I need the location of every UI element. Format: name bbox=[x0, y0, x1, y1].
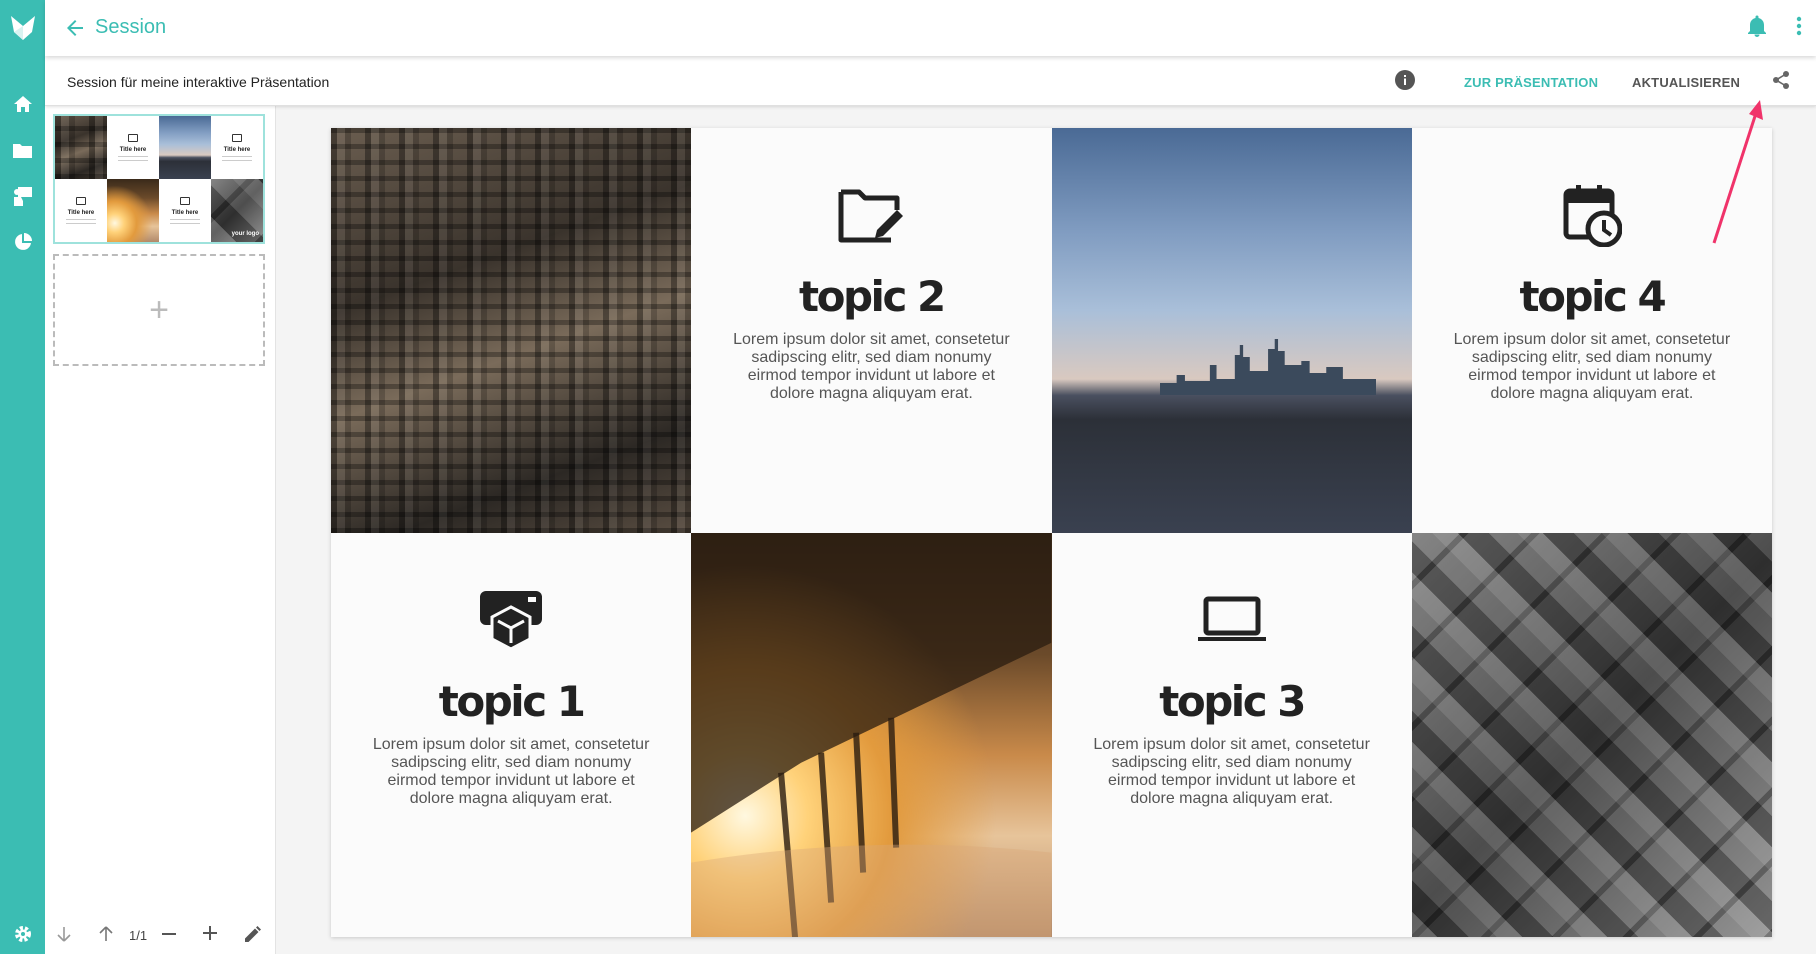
add-slide-button[interactable]: + bbox=[53, 254, 265, 366]
topic-description: Lorem ipsum dolor sit amet, consetetur s… bbox=[1453, 331, 1731, 402]
thumb-text-line bbox=[222, 156, 252, 157]
pier-silhouette bbox=[691, 532, 1052, 937]
topic-title: topic 1 bbox=[438, 676, 586, 726]
thumb-text-line bbox=[118, 156, 148, 157]
topic-description: Lorem ipsum dolor sit amet, consetetur s… bbox=[733, 331, 1010, 402]
annotation-arrow bbox=[1712, 100, 1763, 244]
notification-bell-icon[interactable] bbox=[1748, 15, 1766, 37]
slides-sidebar: Title here Title here Title here Title h… bbox=[45, 106, 276, 954]
skyline-silhouette bbox=[1159, 338, 1376, 395]
calendar-clock-icon bbox=[1563, 185, 1622, 247]
thumb-photo-sky bbox=[159, 116, 211, 179]
folder-icon bbox=[13, 143, 32, 158]
thumb-topic-card: Title here bbox=[107, 116, 159, 179]
session-toolbar: Session für meine interaktive Präsentati… bbox=[45, 56, 1816, 106]
thumb-title: Title here bbox=[119, 147, 147, 153]
plus-icon[interactable] bbox=[203, 926, 217, 940]
thumb-photo-beach bbox=[107, 179, 159, 242]
laptop-icon bbox=[1197, 596, 1266, 641]
photo-aerial-city bbox=[1411, 532, 1772, 937]
session-title: Session für meine interaktive Präsentati… bbox=[67, 74, 330, 90]
topic-card: topic 2 Lorem ipsum dolor sit amet, cons… bbox=[691, 128, 1052, 533]
analytics-nav[interactable] bbox=[0, 222, 45, 262]
thumb-logo-text: your logo bbox=[231, 231, 259, 237]
home-icon bbox=[13, 96, 32, 112]
app-logo[interactable] bbox=[0, 0, 45, 55]
top-bar: Session bbox=[45, 0, 1816, 56]
thumb-topic-card: Title here bbox=[55, 179, 107, 242]
folder-nav[interactable] bbox=[0, 130, 45, 170]
presentation-icon bbox=[13, 187, 32, 206]
home-nav[interactable] bbox=[0, 84, 45, 124]
arrow-up-icon[interactable] bbox=[99, 926, 113, 942]
thumb-title: Title here bbox=[223, 147, 251, 153]
thumb-text-line bbox=[170, 223, 200, 224]
topic-card: topic 3 Lorem ipsum dolor sit amet, cons… bbox=[1051, 532, 1412, 937]
thumb-text-line bbox=[66, 219, 96, 220]
folder-edit-icon bbox=[838, 189, 904, 243]
update-button[interactable]: AKTUALISIEREN bbox=[1632, 75, 1740, 90]
gear-icon bbox=[14, 926, 31, 942]
thumb-text-line bbox=[66, 223, 96, 224]
thumb-photo-city bbox=[55, 116, 107, 179]
thumb-topic-card: Title here bbox=[211, 116, 263, 179]
topic-description: Lorem ipsum dolor sit amet, consetetur s… bbox=[372, 735, 650, 807]
thumb-text-line bbox=[170, 219, 200, 220]
presentation-nav[interactable] bbox=[0, 176, 45, 216]
arrow-down-icon[interactable] bbox=[57, 926, 71, 942]
fox-logo-icon bbox=[10, 15, 35, 40]
topic-description: Lorem ipsum dolor sit amet, consetetur s… bbox=[1093, 735, 1370, 807]
topic-title: topic 3 bbox=[1159, 676, 1306, 726]
photo-city-skyline bbox=[1051, 128, 1412, 533]
thumb-topic-card: Title here bbox=[159, 179, 211, 242]
info-icon[interactable] bbox=[1395, 70, 1415, 90]
more-options-icon[interactable] bbox=[1796, 15, 1802, 37]
laptop-icon bbox=[180, 197, 190, 205]
back-arrow-icon[interactable] bbox=[63, 16, 87, 40]
folder-edit-icon bbox=[128, 134, 138, 142]
thumb-title: Title here bbox=[171, 210, 199, 216]
share-icon[interactable] bbox=[1772, 70, 1790, 90]
photo-city-buildings bbox=[331, 128, 692, 533]
go-to-presentation-button[interactable]: ZUR PRÄSENTATION bbox=[1464, 75, 1598, 90]
pie-chart-icon bbox=[14, 233, 32, 250]
page-counter: 1/1 bbox=[129, 928, 148, 943]
minus-icon[interactable] bbox=[162, 933, 176, 936]
thumb-text-line bbox=[222, 160, 252, 161]
slide-thumbnail[interactable]: Title here Title here Title here Title h… bbox=[53, 114, 265, 244]
thumb-title: Title here bbox=[67, 210, 95, 216]
topic-title: topic 4 bbox=[1519, 272, 1667, 321]
slide-canvas[interactable]: topic 2 Lorem ipsum dolor sit amet, cons… bbox=[331, 128, 1772, 937]
pencil-icon[interactable] bbox=[245, 926, 261, 942]
topic-title: topic 2 bbox=[799, 272, 946, 321]
settings-nav[interactable] bbox=[0, 914, 45, 954]
thumb-text-line bbox=[118, 160, 148, 161]
topic-card: topic 1 Lorem ipsum dolor sit amet, cons… bbox=[331, 532, 692, 937]
sidebar-footer: 1/1 bbox=[45, 918, 276, 954]
calendar-clock-icon bbox=[232, 134, 242, 142]
printer-box-icon bbox=[76, 197, 86, 205]
plus-icon: + bbox=[149, 290, 169, 329]
page-title: Session bbox=[95, 16, 167, 38]
printer-box-icon bbox=[480, 590, 543, 651]
thumb-photo-aerial: your logo bbox=[211, 179, 263, 242]
app-rail bbox=[0, 0, 45, 954]
photo-pier-sunset bbox=[691, 532, 1052, 937]
